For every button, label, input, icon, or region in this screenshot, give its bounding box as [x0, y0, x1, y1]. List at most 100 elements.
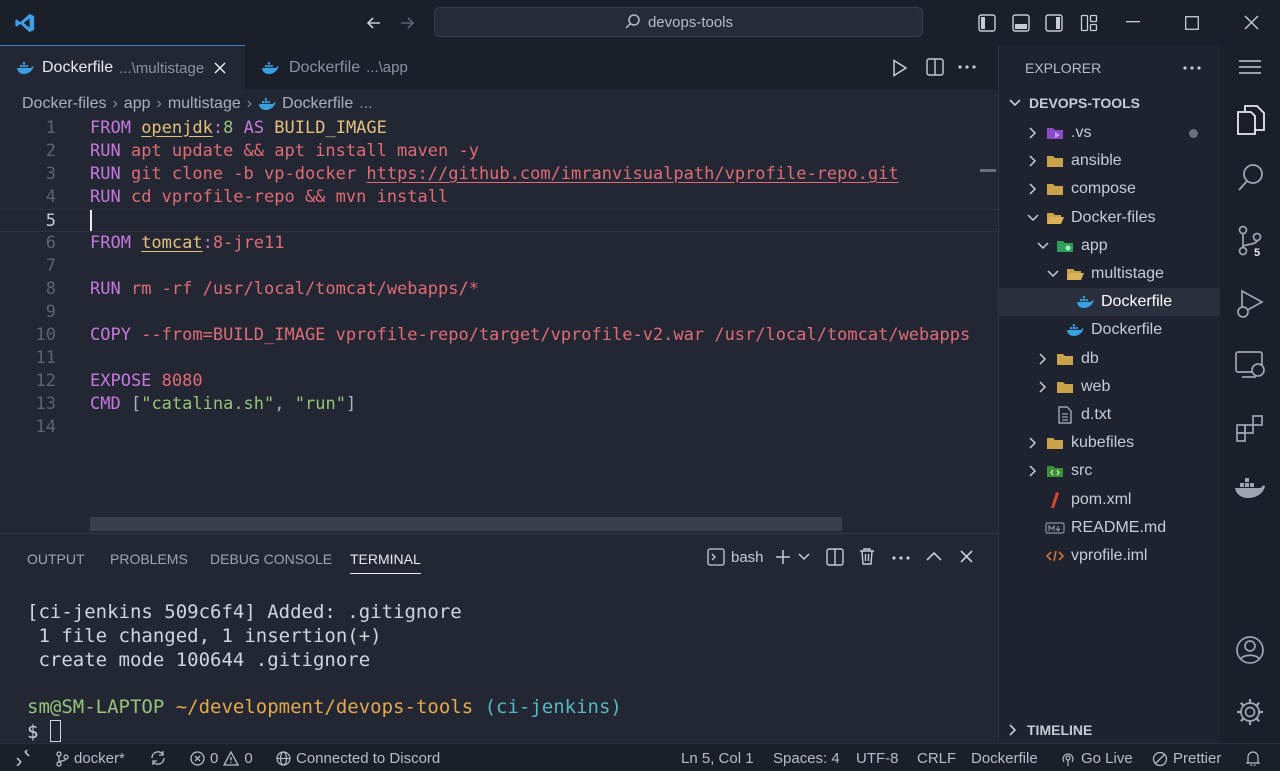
code-token: "run"	[294, 394, 346, 414]
extensions-icon[interactable]	[1235, 413, 1265, 443]
tree-item[interactable]: src	[999, 457, 1221, 485]
code-line[interactable]: 1 FROM openjdk:8 AS BUILD_IMAGE	[0, 117, 998, 140]
code-line[interactable]: 4 RUN cd vprofile-repo && mvn install	[0, 186, 998, 209]
go-live-button[interactable]: Go Live	[1060, 750, 1133, 767]
maximize-panel-chevron-up-icon[interactable]	[926, 551, 942, 561]
minimize-icon[interactable]	[1126, 21, 1140, 23]
code-line[interactable]: 9	[0, 301, 998, 324]
tab-dockerfile-multistage[interactable]: Dockerfile ...\multistage	[0, 45, 245, 90]
code-line[interactable]: 3 RUN git clone -b vp-docker https://gith…	[0, 163, 998, 186]
language-mode[interactable]: Dockerfile	[971, 750, 1038, 767]
vscode-logo-icon[interactable]	[14, 12, 36, 34]
tab-output[interactable]: OUTPUT	[27, 551, 85, 567]
breadcrumb-item[interactable]: ...	[359, 95, 372, 113]
git-branch-indicator[interactable]: docker*	[55, 750, 125, 767]
timeline-section-header[interactable]: TIMELINE	[1009, 722, 1092, 738]
tree-item[interactable]: Dockerfile	[999, 316, 1221, 344]
more-actions-icon[interactable]	[892, 556, 910, 560]
command-center-search[interactable]: devops-tools	[434, 7, 923, 37]
horizontal-scrollbar[interactable]	[90, 517, 842, 531]
more-actions-icon[interactable]	[1183, 66, 1201, 70]
workspace-root-header[interactable]: DEVOPS-TOOLS	[1009, 95, 1140, 111]
cursor-position[interactable]: Ln 5, Col 1	[681, 750, 754, 767]
tree-item[interactable]: vprofile.iml	[999, 542, 1221, 570]
split-terminal-icon[interactable]	[826, 548, 844, 566]
notifications-bell-icon[interactable]	[1245, 750, 1261, 766]
more-actions-icon[interactable]	[958, 65, 976, 69]
code-line[interactable]: 5	[0, 209, 998, 232]
close-tab-icon[interactable]	[214, 62, 226, 74]
account-icon[interactable]	[1235, 635, 1265, 665]
tree-item[interactable]: web	[999, 373, 1221, 401]
settings-gear-icon[interactable]	[1235, 697, 1265, 727]
code-line[interactable]: 8 RUN rm -rf /usr/local/tomcat/webapps/*	[0, 278, 998, 301]
code-line[interactable]: 6 FROM tomcat:8-jre11	[0, 232, 998, 255]
breadcrumb-item[interactable]: Dockerfile	[282, 95, 353, 113]
trash-icon[interactable]	[859, 547, 875, 565]
close-window-icon[interactable]	[1244, 15, 1259, 30]
explorer-files-icon[interactable]	[1236, 104, 1266, 136]
maximize-icon[interactable]	[1185, 16, 1199, 30]
sync-icon[interactable]	[150, 750, 166, 766]
breadcrumb-item[interactable]: app	[124, 95, 151, 113]
search-icon[interactable]	[1237, 163, 1265, 193]
tree-item-label: app	[1081, 236, 1108, 254]
terminal-shell-selector[interactable]: bash	[707, 548, 764, 566]
tab-dockerfile-app[interactable]: Dockerfile ...\app	[245, 45, 425, 90]
docker-extension-icon[interactable]	[1234, 476, 1266, 500]
tree-item[interactable]: Docker-files	[999, 204, 1221, 232]
back-arrow-icon[interactable]	[364, 13, 384, 33]
breadcrumb-item[interactable]: multistage	[168, 95, 241, 113]
problems-indicator[interactable]: 0 0	[190, 750, 253, 767]
prettier-status[interactable]: Prettier	[1152, 750, 1221, 767]
toggle-primary-sidebar-icon[interactable]	[978, 14, 996, 32]
split-editor-icon[interactable]	[926, 58, 944, 76]
code-editor[interactable]: 1 FROM openjdk:8 AS BUILD_IMAGE 2 RUN apt u…	[0, 117, 998, 533]
run-icon[interactable]	[892, 59, 908, 77]
tree-item[interactable]: compose	[999, 175, 1221, 203]
tree-item[interactable]: Dockerfile	[999, 288, 1221, 317]
toggle-panel-icon[interactable]	[1012, 14, 1030, 32]
breadcrumb-item[interactable]: Docker-files	[22, 95, 106, 113]
terminal-input-line[interactable]: $	[27, 720, 61, 743]
code-token: RUN	[90, 141, 131, 161]
tree-item[interactable]: db	[999, 345, 1221, 373]
tree-item[interactable]: multistage	[999, 260, 1221, 288]
tab-terminal[interactable]: TERMINAL	[350, 551, 421, 574]
discord-status[interactable]: Connected to Discord	[276, 750, 440, 767]
tree-item[interactable]: ansible	[999, 147, 1221, 175]
chevron-right-icon	[1037, 381, 1049, 393]
code-line[interactable]: 12 EXPOSE 8080	[0, 370, 998, 393]
customize-layout-icon[interactable]	[1080, 14, 1098, 32]
menu-hamburger-icon[interactable]	[1239, 59, 1261, 75]
tab-problems[interactable]: PROBLEMS	[110, 551, 188, 567]
code-line[interactable]: 11	[0, 347, 998, 370]
tree-item[interactable]: pom.xml	[999, 486, 1221, 514]
folder-icon	[1055, 379, 1075, 395]
close-panel-icon[interactable]	[960, 550, 973, 563]
indentation[interactable]: Spaces: 4	[773, 750, 840, 767]
tree-item[interactable]: kubefiles	[999, 429, 1221, 457]
remote-indicator[interactable]	[15, 750, 31, 766]
end-of-line[interactable]: CRLF	[917, 750, 956, 767]
tree-item[interactable]: README.md	[999, 514, 1221, 542]
tab-debug-console[interactable]: DEBUG CONSOLE	[210, 551, 332, 567]
tree-item[interactable]: .vs	[999, 119, 1221, 147]
code-line[interactable]: 14	[0, 416, 998, 439]
encoding[interactable]: UTF-8	[856, 750, 899, 767]
code-line[interactable]: 7	[0, 255, 998, 278]
toggle-secondary-sidebar-icon[interactable]	[1045, 14, 1063, 32]
tree-item[interactable]: app	[999, 232, 1221, 260]
tree-item-label: pom.xml	[1071, 490, 1132, 508]
chevron-down-icon[interactable]	[798, 553, 810, 561]
chevron-down-icon	[1037, 242, 1049, 250]
code-line[interactable]: 2 RUN apt update && apt install maven -y	[0, 140, 998, 163]
new-terminal-plus-icon[interactable]	[775, 549, 791, 565]
code-line[interactable]: 10 COPY --from=BUILD_IMAGE vprofile-repo/…	[0, 324, 998, 347]
run-debug-icon[interactable]	[1234, 288, 1266, 320]
tree-item[interactable]: d.txt	[999, 401, 1221, 429]
prettier-disabled-icon	[1152, 751, 1168, 767]
forward-arrow-icon[interactable]	[397, 13, 417, 33]
code-line[interactable]: 13 CMD ["catalina.sh", "run"]	[0, 393, 998, 416]
remote-explorer-icon[interactable]	[1234, 350, 1266, 380]
